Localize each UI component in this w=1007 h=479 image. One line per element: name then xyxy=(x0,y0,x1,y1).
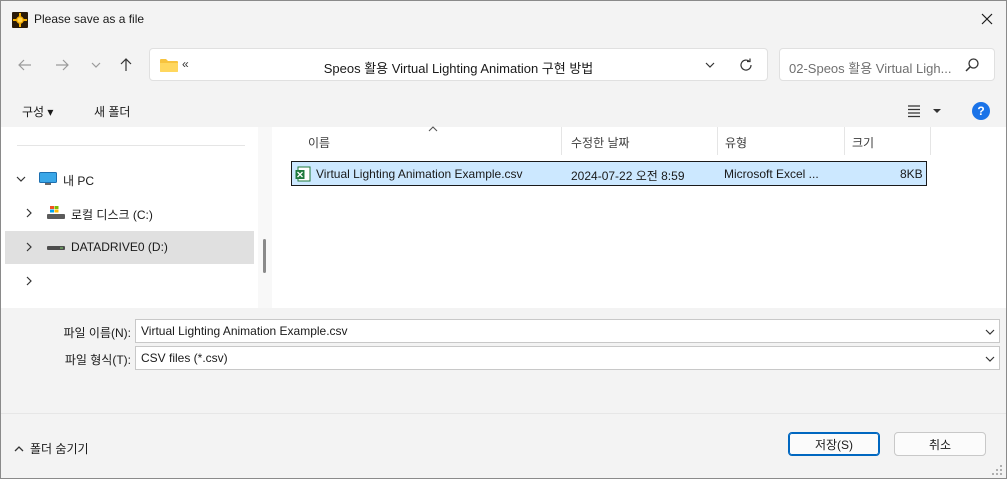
file-type: Microsoft Excel ... xyxy=(724,167,819,181)
file-list: 이름 수정한 날짜 유형 크기 Virtual Lighting Animati… xyxy=(272,126,1006,308)
column-separator[interactable] xyxy=(930,127,931,155)
tree-item-this-pc[interactable]: 내 PC xyxy=(5,163,254,196)
divider xyxy=(17,145,245,146)
chevron-down-icon[interactable] xyxy=(703,58,717,72)
column-header-size[interactable]: 크기 xyxy=(845,127,930,155)
chevron-right-icon[interactable] xyxy=(23,241,35,253)
tree-item-label: 내 PC xyxy=(63,174,95,188)
search-icon[interactable] xyxy=(964,57,980,73)
navigation-bar: « Speos 활용 Virtual Lighting Animation 구현… xyxy=(1,37,1006,95)
hide-folders-button[interactable]: 폴더 숨기기 xyxy=(14,440,89,457)
forward-button[interactable] xyxy=(48,51,76,79)
organize-button[interactable]: 구성 ▾ xyxy=(22,103,53,120)
file-name: Virtual Lighting Animation Example.csv xyxy=(316,167,523,181)
drive-icon xyxy=(47,246,65,250)
search-box[interactable]: 02-Speos 활용 Virtual Ligh... xyxy=(779,48,995,81)
recent-locations-button[interactable] xyxy=(82,51,110,79)
tree-item-label: DATADRIVE0 (D:) xyxy=(71,240,168,254)
excel-csv-icon xyxy=(295,166,311,182)
chevron-right-icon[interactable] xyxy=(23,275,35,287)
up-button[interactable] xyxy=(112,51,140,79)
list-view-icon xyxy=(908,105,941,118)
save-options: 파일 이름(N): Virtual Lighting Animation Exa… xyxy=(1,308,1006,478)
divider xyxy=(1,413,1006,414)
tree-item-label: 로컬 디스크 (C:) xyxy=(71,208,153,222)
close-button[interactable] xyxy=(969,5,1005,33)
new-folder-button[interactable]: 새 폴더 xyxy=(94,103,130,120)
scrollbar-thumb[interactable] xyxy=(263,239,266,273)
save-dialog: Please save as a file « Speos 활용 Virtual… xyxy=(0,0,1007,479)
refresh-icon[interactable] xyxy=(738,57,754,73)
search-input[interactable]: 02-Speos 활용 Virtual Ligh... xyxy=(789,58,961,77)
command-bar: 구성 ▾ 새 폴더 ? xyxy=(1,95,1006,127)
filename-value[interactable]: Virtual Lighting Animation Example.csv xyxy=(141,324,348,338)
chevron-up-icon xyxy=(14,445,24,451)
view-options-button[interactable] xyxy=(906,103,946,119)
browser-area: 내 PC 로컬 디스크 (C:) DATADRIVE0 (D:) 이름 수정한 … xyxy=(1,126,1006,308)
chevron-right-icon[interactable] xyxy=(23,207,35,219)
column-header-modified[interactable]: 수정한 날짜 xyxy=(562,127,717,155)
file-size: 8KB xyxy=(900,167,923,181)
arrow-up-icon xyxy=(120,58,132,71)
window-title: Please save as a file xyxy=(34,12,145,26)
cancel-button[interactable]: 취소 xyxy=(894,432,986,456)
chevron-down-icon[interactable] xyxy=(15,173,27,185)
chevron-down-icon[interactable] xyxy=(984,353,996,365)
app-icon xyxy=(12,12,28,28)
filename-label: 파일 이름(N): xyxy=(63,326,132,340)
file-row[interactable]: Virtual Lighting Animation Example.csv 2… xyxy=(291,161,927,186)
computer-icon xyxy=(39,172,57,185)
address-bar[interactable]: « Speos 활용 Virtual Lighting Animation 구현… xyxy=(149,48,768,81)
filetype-select[interactable]: CSV files (*.csv) xyxy=(135,346,1000,370)
resize-grip-icon[interactable] xyxy=(991,464,1003,476)
navigation-scrollbar[interactable] xyxy=(258,127,272,308)
title-bar: Please save as a file xyxy=(1,1,1006,37)
tree-item-local-disk[interactable]: 로컬 디스크 (C:) xyxy=(5,197,254,230)
chevron-down-icon[interactable] xyxy=(984,326,996,338)
tree-item-collapsed[interactable] xyxy=(5,265,254,298)
arrow-right-icon xyxy=(56,59,69,71)
column-header-type[interactable]: 유형 xyxy=(718,127,843,155)
save-button[interactable]: 저장(S) xyxy=(788,432,880,456)
filetype-value: CSV files (*.csv) xyxy=(141,351,228,365)
navigation-pane: 내 PC 로컬 디스크 (C:) DATADRIVE0 (D:) xyxy=(1,127,256,308)
address-path: Speos 활용 Virtual Lighting Animation 구현 방… xyxy=(323,61,594,76)
close-icon xyxy=(981,13,993,25)
back-button[interactable] xyxy=(11,51,39,79)
column-header-name[interactable]: 이름 xyxy=(292,127,557,155)
local-disk-icon xyxy=(47,206,65,219)
chevron-down-icon xyxy=(91,62,101,68)
filename-field[interactable]: Virtual Lighting Animation Example.csv xyxy=(135,319,1000,343)
arrow-left-icon xyxy=(18,59,31,71)
file-modified: 2024-07-22 오전 8:59 xyxy=(571,169,685,183)
help-button[interactable]: ? xyxy=(972,102,990,120)
filetype-label: 파일 형식(T): xyxy=(64,353,131,367)
hide-folders-label: 폴더 숨기기 xyxy=(30,442,89,456)
tree-item-datadrive[interactable]: DATADRIVE0 (D:) xyxy=(5,231,254,264)
